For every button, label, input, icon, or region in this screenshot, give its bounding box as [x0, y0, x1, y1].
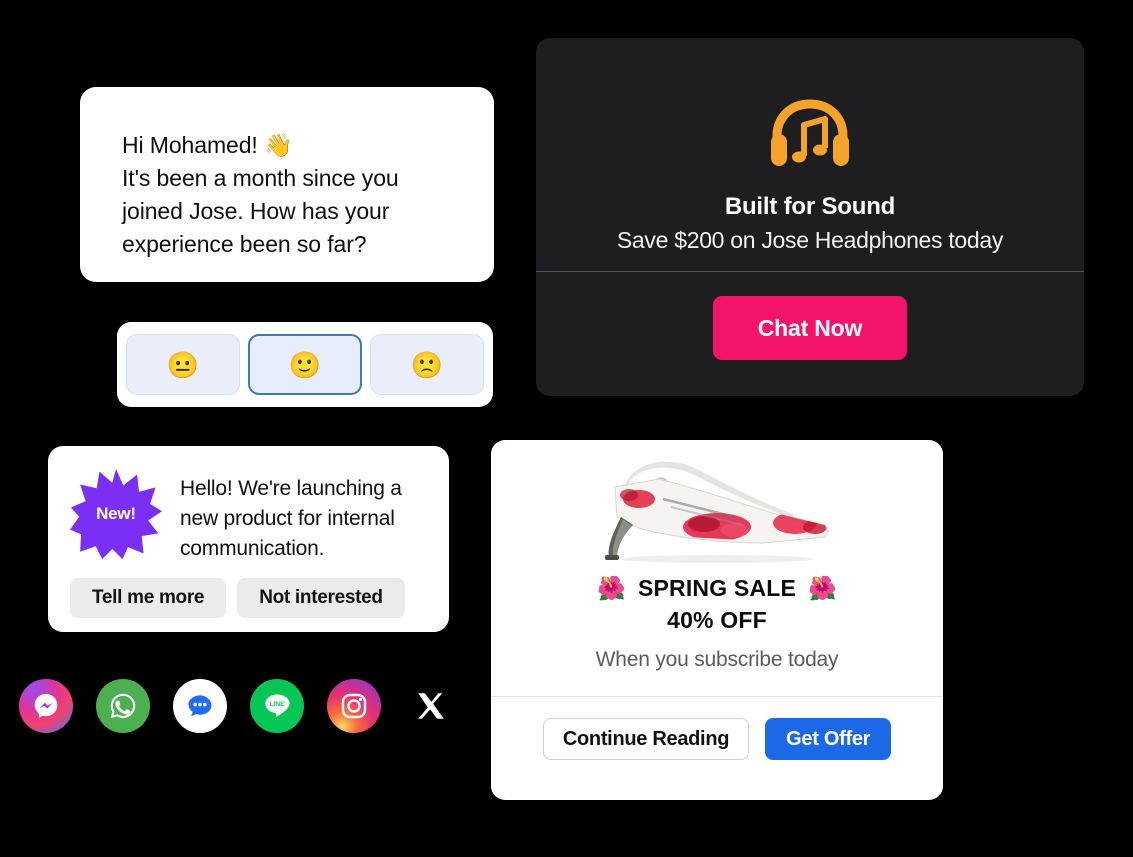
sound-promo-card: Built for Sound Save $200 on Jose Headph…: [536, 38, 1084, 396]
greeting-message-bubble: Hi Mohamed! 👋 It's been a month since yo…: [80, 87, 494, 282]
svg-text:LINE: LINE: [269, 701, 285, 708]
greeting-text: Hi Mohamed! 👋 It's been a month since yo…: [122, 132, 399, 257]
sale-title: 🌺 SPRING SALE 🌺: [507, 575, 927, 602]
not-interested-button[interactable]: Not interested: [237, 578, 405, 618]
rating-option-sad[interactable]: 🙁: [370, 334, 484, 395]
chat-now-button[interactable]: Chat Now: [713, 296, 907, 360]
neutral-face-icon: 😐: [166, 349, 200, 380]
line-icon[interactable]: LINE: [250, 679, 304, 733]
sale-copy: 🌺 SPRING SALE 🌺 40% OFF When you subscri…: [491, 565, 943, 672]
tell-me-more-button[interactable]: Tell me more: [70, 578, 227, 618]
x-icon[interactable]: [404, 679, 458, 733]
sale-discount: 40% OFF: [667, 607, 767, 633]
sound-promo-subtitle: Save $200 on Jose Headphones today: [616, 227, 1004, 253]
sale-note: When you subscribe today: [595, 648, 839, 671]
starburst-badge: New!: [70, 468, 162, 560]
hibiscus-icon-left: 🌺: [597, 575, 626, 601]
headphones-music-icon: [556, 96, 1064, 175]
slightly-frowning-face-icon: 🙁: [410, 349, 444, 380]
rating-option-happy[interactable]: 🙂: [248, 334, 362, 395]
divider: [536, 271, 1084, 272]
sound-promo-body: Built for Sound Save $200 on Jose Headph…: [536, 38, 1084, 254]
sale-actions: Continue Reading Get Offer: [491, 697, 943, 760]
canvas: Hi Mohamed! 👋 It's been a month since yo…: [0, 0, 1133, 857]
product-image: [491, 440, 943, 565]
instagram-icon[interactable]: [327, 679, 381, 733]
get-offer-button[interactable]: Get Offer: [765, 718, 892, 760]
satisfaction-rating: 😐 🙂 🙁: [117, 322, 493, 407]
sound-promo-title: Built for Sound: [724, 193, 896, 220]
new-product-message: Hello! We're launching a new product for…: [180, 477, 402, 560]
sms-icon[interactable]: [173, 679, 227, 733]
continue-reading-button[interactable]: Continue Reading: [542, 718, 750, 760]
new-product-card: New! Hello! We're launching a new produc…: [48, 446, 449, 632]
rating-option-neutral[interactable]: 😐: [126, 334, 240, 395]
new-product-row: New! Hello! We're launching a new produc…: [70, 468, 427, 564]
whatsapp-icon[interactable]: [96, 679, 150, 733]
slightly-smiling-face-icon: 🙂: [288, 349, 322, 380]
channel-icon-row: LINE: [19, 679, 458, 733]
new-product-actions: Tell me more Not interested: [70, 578, 427, 618]
sale-title-text: SPRING SALE: [637, 575, 797, 601]
messenger-icon[interactable]: [19, 679, 73, 733]
hibiscus-icon-right: 🌺: [808, 575, 837, 601]
spring-sale-card: 🌺 SPRING SALE 🌺 40% OFF When you subscri…: [491, 440, 943, 800]
